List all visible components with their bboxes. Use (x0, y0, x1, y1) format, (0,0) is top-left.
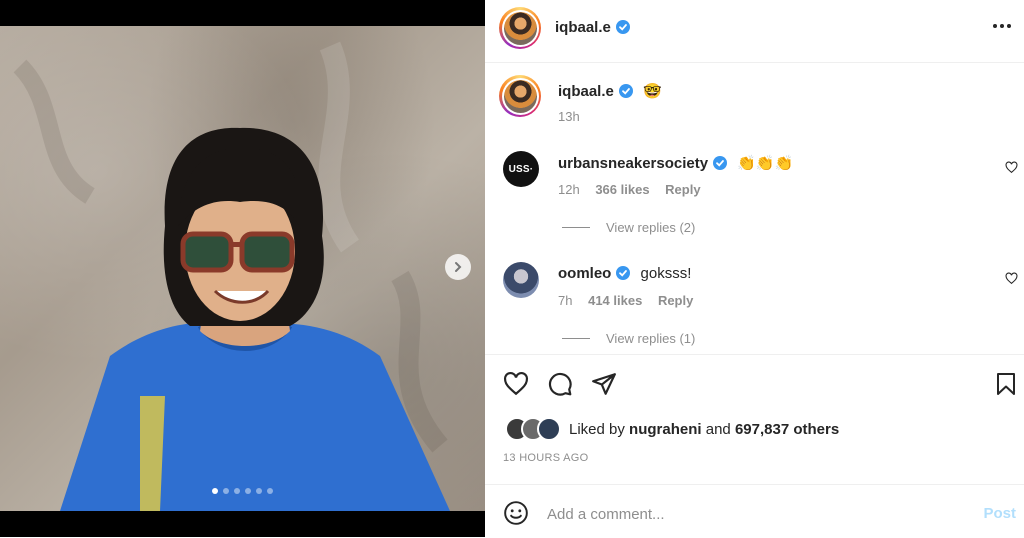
caption-text: 🤓 (643, 83, 662, 100)
comment-2: oomleo goksss! (558, 265, 691, 282)
author-username[interactable]: iqbaal.e (555, 19, 630, 36)
comment-username[interactable]: urbansneakersociety (558, 155, 708, 172)
comment-bubble-icon[interactable] (547, 371, 573, 397)
commenter-avatar[interactable] (503, 262, 539, 298)
comment-time: 7h (558, 293, 573, 308)
comment-text: 👏👏👏 (737, 155, 794, 172)
post-photo[interactable] (0, 26, 485, 511)
verified-badge-icon (618, 84, 633, 98)
comment-time: 12h (558, 182, 580, 197)
carousel-dot (256, 488, 262, 494)
verified-badge-icon (713, 156, 728, 170)
view-replies-button[interactable]: View replies (2) (562, 220, 695, 235)
add-comment-bar: Post (485, 484, 1024, 538)
next-slide-button[interactable] (445, 254, 471, 280)
post-actions: Liked by nugraheni and 697,837 others 13… (485, 354, 1024, 485)
share-send-icon[interactable] (591, 371, 617, 397)
carousel-dot (245, 488, 251, 494)
view-replies-label: View replies (2) (606, 220, 696, 235)
carousel-dot-active (212, 488, 218, 494)
liked-by-others[interactable]: 697,837 others (735, 421, 839, 438)
post-timestamp[interactable]: 13 HOURS AGO (503, 452, 589, 464)
caption-username[interactable]: iqbaal.e (558, 83, 614, 100)
portrait-illustration (13, 41, 450, 511)
view-replies-button[interactable]: View replies (1) (562, 331, 695, 346)
liked-by-user[interactable]: nugraheni (629, 421, 702, 438)
comment-1-meta: 12h 366 likes Reply (558, 182, 701, 197)
emoji-smiley-icon[interactable] (503, 500, 529, 526)
more-horizontal-icon (993, 24, 1011, 28)
save-bookmark-icon[interactable] (994, 371, 1018, 397)
verified-badge-icon (615, 20, 630, 34)
comment-text: goksss! (640, 265, 692, 282)
caption: iqbaal.e 🤓 (558, 82, 662, 100)
view-replies-label: View replies (1) (606, 331, 696, 346)
carousel-dot (234, 488, 240, 494)
avatar-logo-text: USS· (508, 163, 534, 175)
like-comment-heart-icon[interactable] (1005, 272, 1018, 285)
caption-author-avatar[interactable] (499, 75, 541, 117)
liker-avatars (505, 417, 561, 441)
caption-time: 13h (558, 109, 580, 124)
reply-button[interactable]: Reply (658, 293, 693, 308)
liked-by-prefix: Liked by (569, 420, 625, 438)
comment-input[interactable] (545, 498, 949, 530)
more-options-button[interactable] (992, 16, 1012, 41)
carousel-dot (267, 488, 273, 494)
post-media (0, 0, 485, 537)
like-heart-icon[interactable] (503, 371, 529, 397)
comments-section: iqbaal.e 🤓 13h USS· urbansneakersociety … (485, 63, 1024, 353)
author-avatar[interactable] (499, 7, 541, 49)
carousel-dot (223, 488, 229, 494)
comment-2-meta: 7h 414 likes Reply (558, 293, 693, 308)
reply-button[interactable]: Reply (665, 182, 700, 197)
verified-badge-icon (616, 266, 631, 280)
comment-likes[interactable]: 414 likes (588, 293, 642, 308)
post-comment-button[interactable]: Post (983, 505, 1016, 522)
comment-1: urbansneakersociety 👏👏👏 (558, 154, 793, 172)
author-username-text[interactable]: iqbaal.e (555, 19, 611, 36)
comment-likes[interactable]: 366 likes (595, 182, 649, 197)
chevron-right-icon (455, 262, 462, 272)
commenter-avatar[interactable]: USS· (503, 151, 539, 187)
carousel-indicator (212, 488, 273, 494)
liker-avatar[interactable] (537, 417, 561, 441)
post-header: iqbaal.e (485, 0, 1024, 63)
liked-by: Liked by nugraheni and 697,837 others (505, 417, 839, 441)
comment-username[interactable]: oomleo (558, 265, 611, 282)
like-comment-heart-icon[interactable] (1005, 161, 1018, 174)
liked-by-conj: and (705, 420, 731, 438)
post-side-panel: iqbaal.e iqbaal.e 🤓 13h USS· urbansneake… (485, 0, 1024, 537)
